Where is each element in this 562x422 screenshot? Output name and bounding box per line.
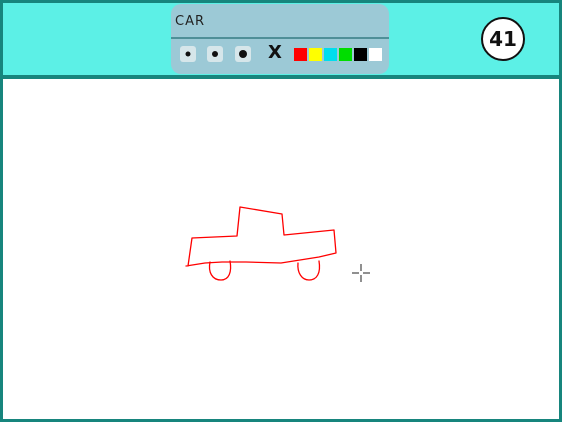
brush-medium-dot-icon [212, 51, 218, 57]
brush-small-button[interactable] [180, 46, 196, 62]
brush-medium-button[interactable] [207, 46, 223, 62]
color-swatch-yellow[interactable] [309, 48, 322, 61]
toolbar-divider [171, 37, 389, 39]
car-front-wheel [208, 260, 232, 281]
color-swatch-white[interactable] [369, 48, 382, 61]
color-swatch-green[interactable] [339, 48, 352, 61]
clear-canvas-button[interactable]: X [266, 43, 284, 63]
car-sketch [185, 206, 337, 281]
color-swatch-red[interactable] [294, 48, 307, 61]
car-rear-wheel [297, 260, 321, 281]
brush-large-dot-icon [239, 50, 247, 58]
crosshair-cursor-icon [352, 264, 370, 282]
word-prompt: CAR [175, 14, 206, 29]
color-swatch-black[interactable] [354, 48, 367, 61]
timer-badge: 41 [481, 17, 525, 61]
brush-small-dot-icon [185, 51, 191, 57]
drawing-canvas[interactable] [3, 79, 559, 419]
color-swatch-cyan[interactable] [324, 48, 337, 61]
brush-large-button[interactable] [235, 46, 251, 62]
car-body-outline [185, 206, 337, 267]
